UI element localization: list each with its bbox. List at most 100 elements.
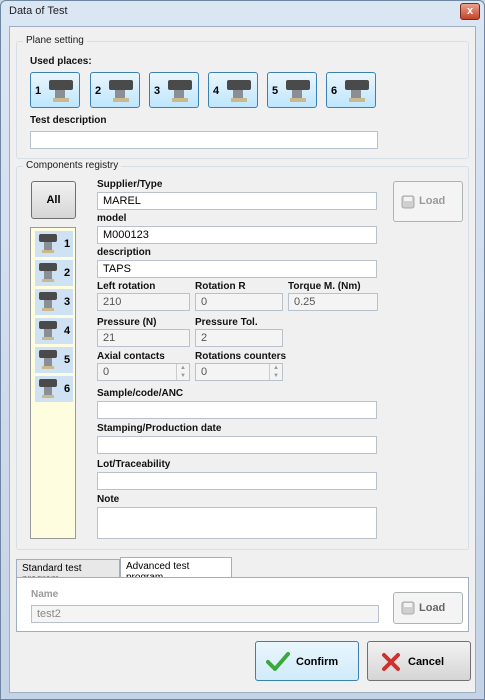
place-button-6[interactable]: 6 [326, 72, 376, 108]
stamping-date-input[interactable] [97, 436, 377, 454]
components-list[interactable]: 1 2 3 4 5 6 [30, 227, 76, 539]
used-places-label: Used places: [30, 56, 92, 67]
axial-contacts-stepper[interactable]: 0 ▲ ▼ [97, 363, 190, 381]
axial-contacts-value: 0 [103, 366, 110, 378]
component-icon [39, 234, 57, 253]
list-item-number: 5 [64, 354, 71, 366]
component-icon [286, 80, 310, 102]
close-icon: x [466, 5, 474, 17]
list-item-number: 4 [64, 325, 71, 337]
pressure-label: Pressure (N) [97, 317, 157, 328]
confirm-button[interactable]: Confirm [255, 641, 359, 681]
pressure-input[interactable]: 21 [97, 329, 190, 347]
model-input[interactable]: M000123 [97, 226, 377, 244]
dialog-window: Data of Test x Plane setting Used places… [0, 0, 485, 700]
rotation-counters-label: Rotations counters [195, 351, 287, 362]
spin-up-icon[interactable]: ▲ [177, 364, 189, 372]
load-label: Load [419, 195, 446, 207]
supplier-label: Supplier/Type [97, 179, 163, 190]
description-input[interactable]: TAPS [97, 260, 377, 278]
list-item-number: 6 [64, 383, 71, 395]
program-name-input[interactable]: test2 [31, 605, 379, 623]
pressure-tol-label: Pressure Tol. [195, 317, 258, 328]
list-item-number: 1 [64, 238, 71, 250]
torque-label: Torque M. (Nm) [288, 281, 361, 292]
lot-traceability-input[interactable] [97, 472, 377, 490]
place-button-2[interactable]: 2 [90, 72, 140, 108]
place-button-3[interactable]: 3 [149, 72, 199, 108]
sample-code-label: Sample/code/ANC [97, 388, 184, 399]
place-number: 6 [331, 85, 338, 97]
components-registry-title: Components registry [23, 160, 122, 171]
all-label: All [46, 194, 61, 206]
component-icon [39, 263, 57, 282]
tab-advanced-test-program[interactable]: Advanced test program [120, 557, 232, 583]
spin-down-icon[interactable]: ▼ [270, 372, 282, 380]
component-icon [227, 80, 251, 102]
rotation-r-label: Rotation R [195, 281, 246, 292]
rotation-counters-value: 0 [201, 366, 208, 378]
program-load-button[interactable]: Load [393, 592, 463, 624]
cancel-label: Cancel [408, 656, 445, 668]
pressure-tol-input[interactable]: 2 [195, 329, 283, 347]
spin-up-icon[interactable]: ▲ [270, 364, 282, 372]
list-item[interactable]: 6 [35, 376, 73, 402]
place-button-4[interactable]: 4 [208, 72, 258, 108]
list-item-number: 2 [64, 267, 71, 279]
check-icon [266, 652, 290, 671]
component-icon [345, 80, 369, 102]
rotation-counters-stepper[interactable]: 0 ▲ ▼ [195, 363, 283, 381]
place-number: 3 [154, 85, 161, 97]
place-number: 2 [95, 85, 102, 97]
spin-down-icon[interactable]: ▼ [177, 372, 189, 380]
component-icon [39, 292, 57, 311]
description-label: description [97, 247, 151, 258]
plane-setting-title: Plane setting [23, 35, 87, 46]
all-button[interactable]: All [31, 181, 76, 219]
confirm-label: Confirm [296, 656, 339, 668]
lot-traceability-label: Lot/Traceability [97, 459, 171, 470]
list-item[interactable]: 1 [35, 231, 73, 257]
disk-icon [401, 195, 415, 209]
dialog-client-area: Plane setting Used places: 1 2 3 4 5 6 T… [9, 26, 476, 693]
component-icon [39, 350, 57, 369]
model-label: model [97, 213, 127, 224]
left-rotation-input[interactable]: 210 [97, 293, 190, 311]
stamping-date-label: Stamping/Production date [97, 423, 222, 434]
load-label: Load [419, 602, 446, 614]
list-item[interactable]: 3 [35, 289, 73, 315]
place-number: 4 [213, 85, 220, 97]
program-name-label: Name [31, 589, 59, 600]
place-button-1[interactable]: 1 [30, 72, 80, 108]
place-number: 1 [35, 85, 42, 97]
close-button[interactable]: x [460, 3, 480, 20]
rotation-spin-buttons[interactable]: ▲ ▼ [269, 364, 282, 380]
list-item[interactable]: 4 [35, 318, 73, 344]
list-item[interactable]: 5 [35, 347, 73, 373]
left-rotation-label: Left rotation [97, 281, 156, 292]
window-title: Data of Test [9, 5, 68, 17]
component-icon [39, 379, 57, 398]
place-button-5[interactable]: 5 [267, 72, 317, 108]
test-description-label: Test description [30, 115, 107, 126]
test-description-input[interactable] [30, 131, 378, 149]
component-icon [168, 80, 192, 102]
tab-standard-test-program[interactable]: Standard test program [16, 559, 120, 585]
axial-spin-buttons[interactable]: ▲ ▼ [176, 364, 189, 380]
rotation-r-input[interactable]: 0 [195, 293, 283, 311]
component-icon [109, 80, 133, 102]
torque-input[interactable]: 0.25 [288, 293, 378, 311]
supplier-input[interactable]: MAREL [97, 192, 377, 210]
disk-icon [401, 601, 415, 615]
place-number: 5 [272, 85, 279, 97]
list-item[interactable]: 2 [35, 260, 73, 286]
cancel-x-icon [382, 653, 400, 671]
cancel-button[interactable]: Cancel [367, 641, 471, 681]
component-icon [39, 321, 57, 340]
note-input[interactable] [97, 507, 377, 539]
note-label: Note [97, 494, 120, 505]
component-load-button[interactable]: Load [393, 181, 463, 222]
title-bar: Data of Test x [1, 1, 484, 23]
sample-code-input[interactable] [97, 401, 377, 419]
program-tab-panel: Name test2 Load [16, 577, 469, 632]
